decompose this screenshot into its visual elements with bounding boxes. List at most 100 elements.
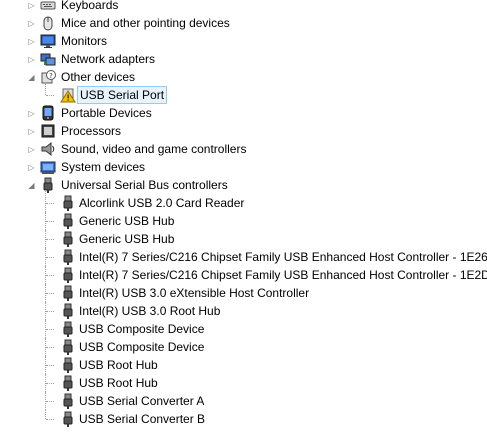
- usb-device-icon: [60, 285, 76, 301]
- tree-node-usb-device[interactable]: Intel(R) USB 3.0 eXtensible Host Control…: [0, 284, 487, 302]
- tree-connector-line: [46, 203, 54, 204]
- tree-node-label: Intel(R) 7 Series/C216 Chipset Family US…: [79, 268, 487, 282]
- tree-node-usb-device[interactable]: USB Serial Converter B: [0, 410, 487, 428]
- collapse-arrow-icon[interactable]: ◢: [27, 73, 36, 82]
- tree-node-label: Processors: [61, 124, 122, 138]
- tree-node-label: Mice and other pointing devices: [61, 16, 230, 30]
- monitor-icon: [40, 33, 56, 49]
- tree-connector-line: [46, 311, 54, 312]
- expand-arrow-icon[interactable]: ▷: [27, 55, 36, 64]
- tree-node-portable-devices[interactable]: ▷ Portable Devices: [0, 104, 487, 122]
- tree-node-monitors[interactable]: ▷ Monitors: [0, 32, 487, 50]
- tree-node-label: USB Serial Port: [77, 86, 168, 104]
- tree-node-usb-device[interactable]: USB Root Hub: [0, 374, 487, 392]
- tree-connector-line: [46, 347, 54, 348]
- tree-node-label: Other devices: [61, 70, 136, 84]
- tree-node-label: Intel(R) USB 3.0 Root Hub: [79, 304, 221, 318]
- expand-arrow-icon[interactable]: ▷: [27, 127, 36, 136]
- tree-node-usb-device[interactable]: USB Root Hub: [0, 356, 487, 374]
- system-device-icon: [40, 159, 56, 175]
- tree-node-label: System devices: [61, 160, 146, 174]
- tree-node-usb-device[interactable]: USB Composite Device: [0, 320, 487, 338]
- tree-node-label: USB Root Hub: [79, 358, 158, 372]
- processor-icon: [40, 123, 56, 139]
- warning-device-icon: [60, 87, 76, 103]
- usb-device-icon: [60, 393, 76, 409]
- tree-connector-line: [46, 95, 54, 96]
- tree-node-label: USB Root Hub: [79, 376, 158, 390]
- usb-device-icon: [60, 231, 76, 247]
- tree-connector-line: [45, 190, 46, 212]
- tree-node-label: Alcorlink USB 2.0 Card Reader: [79, 196, 245, 210]
- tree-node-label: Keyboards: [61, 0, 119, 12]
- usb-device-icon: [60, 357, 76, 373]
- tree-node-label: Portable Devices: [61, 106, 152, 120]
- tree-node-label: Network adapters: [61, 52, 156, 66]
- expand-arrow-icon[interactable]: ▷: [27, 1, 36, 10]
- tree-node-usb-device[interactable]: Intel(R) 7 Series/C216 Chipset Family US…: [0, 248, 487, 266]
- expand-arrow-icon[interactable]: ▷: [27, 145, 36, 154]
- tree-connector-line: [46, 383, 54, 384]
- speaker-icon: [40, 141, 56, 157]
- mouse-icon: [40, 15, 56, 31]
- expand-arrow-icon[interactable]: ▷: [27, 19, 36, 28]
- tree-node-label: Generic USB Hub: [79, 214, 175, 228]
- usb-device-icon: [60, 321, 76, 337]
- usb-device-icon: [60, 339, 76, 355]
- tree-node-label: USB Serial Converter B: [79, 412, 206, 426]
- usb-children-list: Alcorlink USB 2.0 Card Reader Generic US…: [0, 190, 487, 428]
- tree-node-processors[interactable]: ▷ Processors: [0, 122, 487, 140]
- network-adapter-icon: [40, 51, 56, 67]
- usb-device-icon: [60, 267, 76, 283]
- tree-node-label: Intel(R) 7 Series/C216 Chipset Family US…: [79, 250, 487, 264]
- expand-arrow-icon[interactable]: ▷: [27, 37, 36, 46]
- tree-node-label: Monitors: [61, 34, 108, 48]
- usb-device-icon: [60, 195, 76, 211]
- tree-connector-line: [45, 82, 46, 95]
- tree-node-label: Sound, video and game controllers: [61, 142, 247, 156]
- tree-node-usb-controllers[interactable]: ◢ Universal Serial Bus controllers: [0, 176, 487, 194]
- tree-node-usb-device[interactable]: Intel(R) 7 Series/C216 Chipset Family US…: [0, 266, 487, 284]
- svg-text:?: ?: [49, 72, 53, 80]
- keyboard-icon: [40, 0, 56, 13]
- tree-node-label: USB Composite Device: [79, 340, 205, 354]
- tree-connector-line: [46, 221, 54, 222]
- tree-node-mice[interactable]: ▷ Mice and other pointing devices: [0, 14, 487, 32]
- portable-device-icon: [40, 105, 56, 121]
- collapse-arrow-icon[interactable]: ◢: [27, 181, 36, 190]
- expand-arrow-icon[interactable]: ▷: [27, 163, 36, 172]
- tree-node-usb-device[interactable]: Alcorlink USB 2.0 Card Reader: [0, 190, 487, 212]
- tree-node-sound-video-game[interactable]: ▷ Sound, video and game controllers: [0, 140, 487, 158]
- usb-device-icon: [60, 249, 76, 265]
- usb-device-icon: [60, 375, 76, 391]
- tree-node-usb-device[interactable]: Generic USB Hub: [0, 230, 487, 248]
- tree-node-usb-serial-port[interactable]: USB Serial Port: [0, 82, 487, 104]
- expand-arrow-icon[interactable]: ▷: [27, 109, 36, 118]
- tree-node-network-adapters[interactable]: ▷ Network adapters: [0, 50, 487, 68]
- tree-connector-line: [45, 410, 46, 419]
- usb-controller-icon: [40, 177, 56, 193]
- tree-node-label: USB Serial Converter A: [79, 394, 205, 408]
- tree-node-system-devices[interactable]: ▷ System devices: [0, 158, 487, 176]
- tree-node-usb-device[interactable]: Generic USB Hub: [0, 212, 487, 230]
- tree-node-label: Universal Serial Bus controllers: [61, 178, 228, 192]
- tree-connector-line: [46, 365, 54, 366]
- tree-node-usb-device[interactable]: USB Serial Converter A: [0, 392, 487, 410]
- tree-node-usb-device[interactable]: Intel(R) USB 3.0 Root Hub: [0, 302, 487, 320]
- tree-connector-line: [46, 257, 54, 258]
- tree-connector-line: [46, 329, 54, 330]
- tree-connector-line: [46, 419, 54, 420]
- tree-connector-line: [46, 275, 54, 276]
- tree-node-label: Generic USB Hub: [79, 232, 175, 246]
- usb-device-icon: [60, 411, 76, 427]
- device-tree: ▷ Keyboards ▷ Mice and other pointing de…: [0, 0, 487, 428]
- tree-connector-line: [46, 239, 54, 240]
- tree-node-keyboards[interactable]: ▷ Keyboards: [0, 0, 487, 14]
- tree-node-label: USB Composite Device: [79, 322, 205, 336]
- tree-connector-line: [46, 293, 54, 294]
- tree-node-usb-device[interactable]: USB Composite Device: [0, 338, 487, 356]
- tree-node-other-devices[interactable]: ◢ ? Other devices: [0, 68, 487, 86]
- usb-device-icon: [60, 303, 76, 319]
- usb-device-icon: [60, 213, 76, 229]
- unknown-device-icon: ?: [40, 69, 56, 85]
